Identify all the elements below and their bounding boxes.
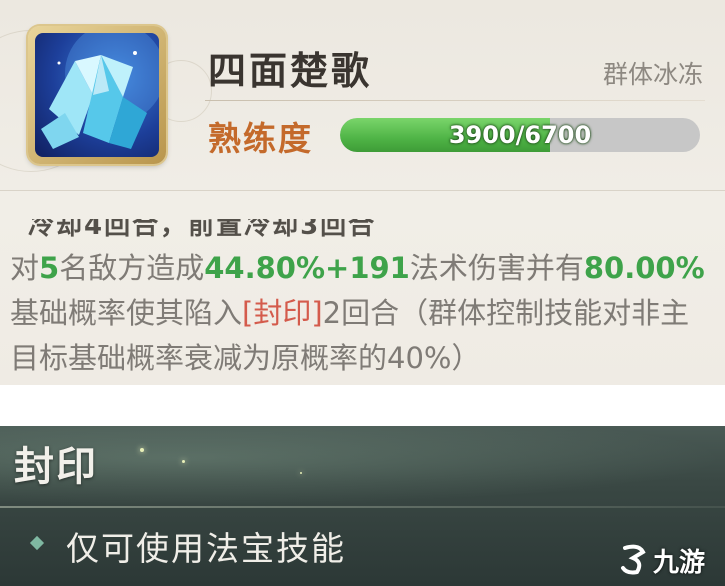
skill-card: 四面楚歌 群体冰冻 熟练度 3900/6700 冷却4回合，前置冷却3回合 对5…: [0, 0, 725, 385]
ice-crystal-icon: [35, 33, 159, 157]
jiuyou-logo-icon: [621, 544, 646, 575]
proficiency-value: 3900/6700: [448, 121, 592, 149]
divider: [0, 506, 725, 508]
desc-text: 基础概率使其陷入: [10, 296, 243, 330]
status-effect-line: 仅可使用法宝技能: [66, 529, 346, 568]
status-effect-title: 封印: [14, 444, 98, 490]
sparkle-icon: [140, 448, 144, 452]
skill-name: 四面楚歌: [208, 49, 373, 93]
skill-icon-frame[interactable]: [28, 26, 166, 164]
proficiency-label: 熟练度: [208, 119, 313, 158]
sparkle-icon: [182, 460, 185, 463]
bullet-icon: [29, 535, 45, 551]
divider: [0, 190, 725, 191]
desc-text: 对: [10, 251, 40, 285]
skill-description: 对5名敌方造成44.80%+191法术伤害并有80.00% 基础概率使其陷入[封印…: [10, 246, 715, 381]
desc-text: 名敌方造成: [59, 251, 205, 285]
desc-text: 法术伤害并有: [409, 251, 584, 285]
sparkle-icon: [300, 472, 302, 474]
desc-value-chance: 80.00%: [583, 251, 705, 285]
desc-value-targets: 5: [39, 251, 60, 285]
skill-type: 群体冰冻: [602, 60, 703, 89]
status-header-glow: [0, 426, 725, 506]
proficiency-bar: 3900/6700: [340, 118, 700, 152]
watermark: 九游: [617, 540, 717, 580]
desc-value-plus: +191: [325, 251, 410, 285]
desc-value-percent: 44.80%: [204, 251, 326, 285]
desc-status-link[interactable]: [封印]: [242, 296, 323, 330]
watermark-text: 九游: [653, 548, 706, 578]
cooldown-text: 冷却4回合，前置冷却3回合: [28, 211, 377, 241]
divider: [205, 100, 705, 101]
